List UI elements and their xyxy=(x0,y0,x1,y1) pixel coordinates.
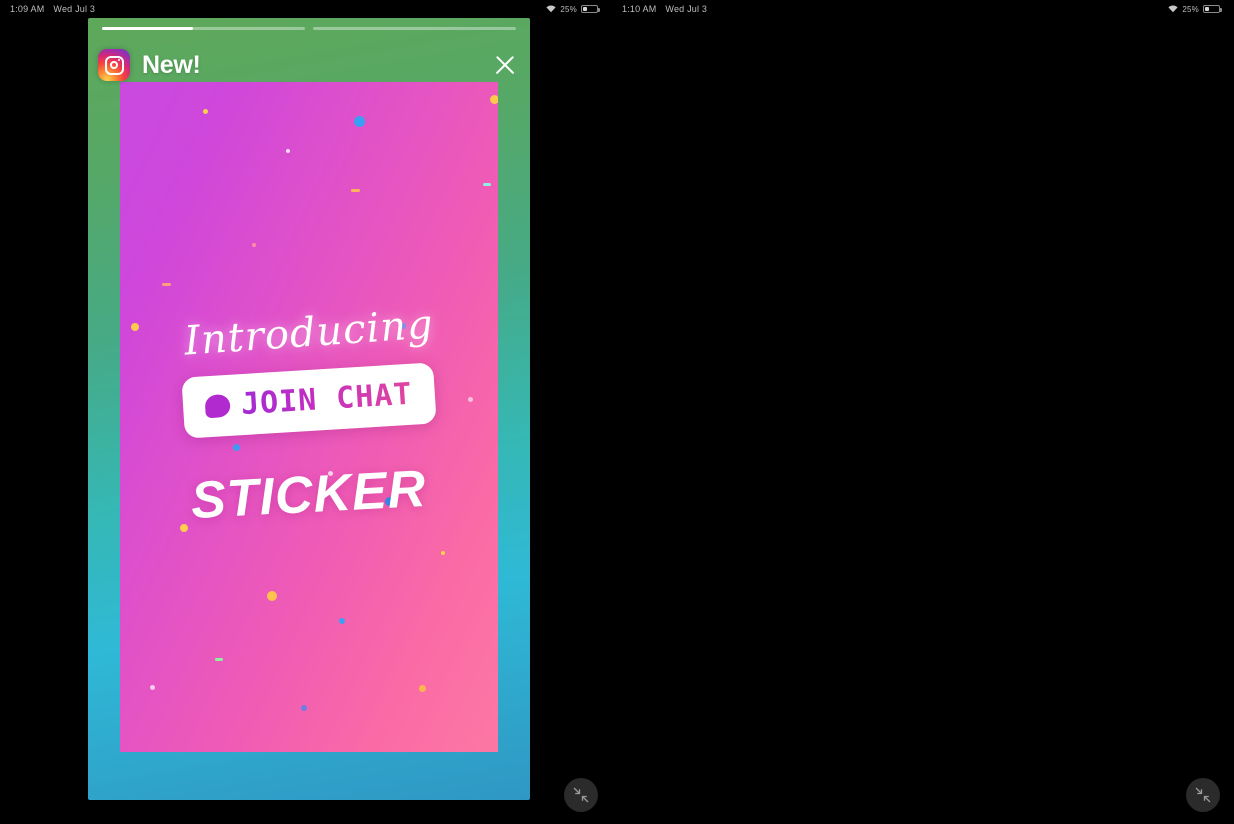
collapse-arrows-icon[interactable] xyxy=(564,778,598,812)
join-chat-button[interactable]: JOIN CHAT xyxy=(181,361,437,439)
wifi-icon xyxy=(546,5,556,13)
new-badge-label: New! xyxy=(142,50,201,79)
status-bar-left-group: 1:10 AM Wed Jul 3 xyxy=(622,4,707,14)
instagram-logo-icon xyxy=(98,49,130,81)
status-bar-left-group: 1:09 AM Wed Jul 3 xyxy=(10,4,95,14)
battery-icon xyxy=(581,5,600,13)
close-icon[interactable] xyxy=(490,50,520,80)
promo-script-title: Introducing xyxy=(182,300,436,365)
status-bar-right-group: 25% xyxy=(546,4,600,14)
promo-content: Introducing JOIN CHAT STICKER xyxy=(120,82,498,752)
story-header-left: New! xyxy=(98,42,520,88)
progress-segment-1 xyxy=(102,27,305,30)
panel-left: 1:09 AM Wed Jul 3 25% New! Introducing J… xyxy=(0,0,612,824)
join-chat-label: JOIN CHAT xyxy=(240,376,414,422)
wifi-icon xyxy=(1168,5,1178,13)
status-bar-right-group: 25% xyxy=(1168,4,1222,14)
chat-bubble-icon xyxy=(204,393,232,418)
battery-icon xyxy=(1203,5,1222,13)
status-bar-right: 1:10 AM Wed Jul 3 25% xyxy=(612,0,1234,18)
panel-right: 1:10 AM Wed Jul 3 25% New! xyxy=(612,0,1234,824)
status-date: Wed Jul 3 xyxy=(665,4,708,14)
story-card-left: New! Introducing JOIN CHAT STICKER xyxy=(88,18,530,800)
promo-card: Introducing JOIN CHAT STICKER xyxy=(120,82,498,752)
status-time: 1:09 AM xyxy=(10,4,45,14)
progress-segment-2 xyxy=(313,27,516,30)
collapse-arrows-icon[interactable] xyxy=(1186,778,1220,812)
status-date: Wed Jul 3 xyxy=(53,4,96,14)
story-progress-bar xyxy=(102,27,516,30)
status-bar-left: 1:09 AM Wed Jul 3 25% xyxy=(0,0,612,18)
battery-percent: 25% xyxy=(1182,4,1199,14)
status-time: 1:10 AM xyxy=(622,4,657,14)
screenshot-root: 1:09 AM Wed Jul 3 25% New! Introducing J… xyxy=(0,0,1234,824)
battery-percent: 25% xyxy=(560,4,577,14)
promo-headline: STICKER xyxy=(190,459,428,530)
